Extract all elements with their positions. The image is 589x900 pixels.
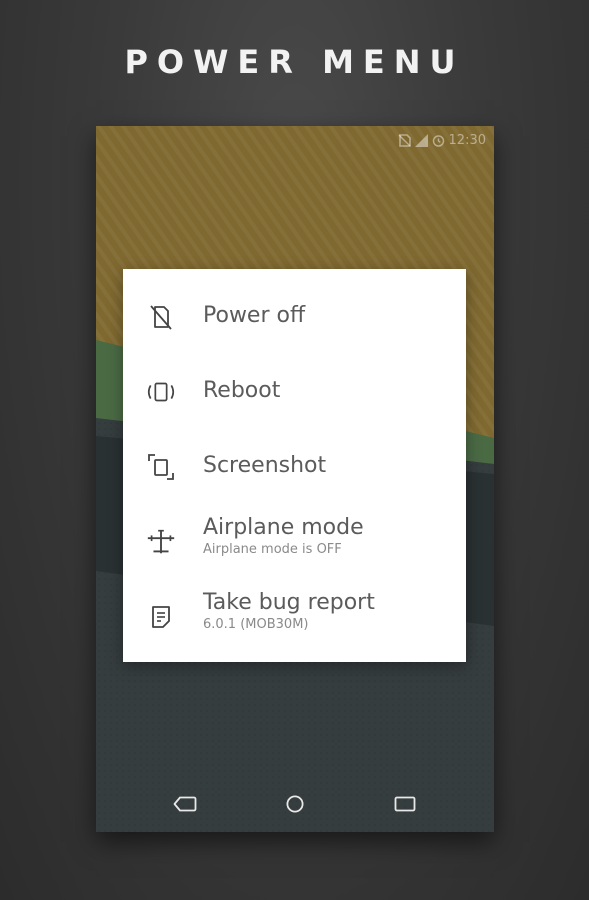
page-title: POWER MENU [124,43,465,81]
reboot-icon [145,376,177,408]
menu-item-label: Screenshot [203,453,327,478]
menu-item-airplane-mode[interactable]: Airplane mode Airplane mode is OFF [123,504,466,579]
screenshot-icon [145,451,177,483]
alarm-icon [432,134,445,147]
menu-item-reboot[interactable]: Reboot [123,354,466,429]
menu-item-label: Reboot [203,378,281,403]
menu-item-label: Airplane mode [203,515,364,540]
bug-report-icon [145,601,177,633]
menu-item-label: Power off [203,303,306,328]
menu-item-label: Take bug report [203,590,375,615]
recents-icon[interactable] [393,792,417,816]
menu-item-power-off[interactable]: Power off [123,279,466,354]
menu-item-bug-report[interactable]: Take bug report 6.0.1 (MOB30M) [123,579,466,654]
power-menu-dialog: Power off Reboot Screenshot Airplane mod… [123,269,466,662]
status-time: 12:30 [448,132,486,148]
menu-item-screenshot[interactable]: Screenshot [123,429,466,504]
home-icon[interactable] [283,792,307,816]
status-bar: 12:30 [398,126,486,154]
back-icon[interactable] [173,792,197,816]
navigation-bar [96,776,494,832]
airplane-icon [145,526,177,558]
power-off-icon [145,301,177,333]
no-sim-icon [398,133,411,147]
signal-icon [414,133,428,147]
menu-item-sublabel: Airplane mode is OFF [203,542,342,557]
menu-item-sublabel: 6.0.1 (MOB30M) [203,617,309,632]
